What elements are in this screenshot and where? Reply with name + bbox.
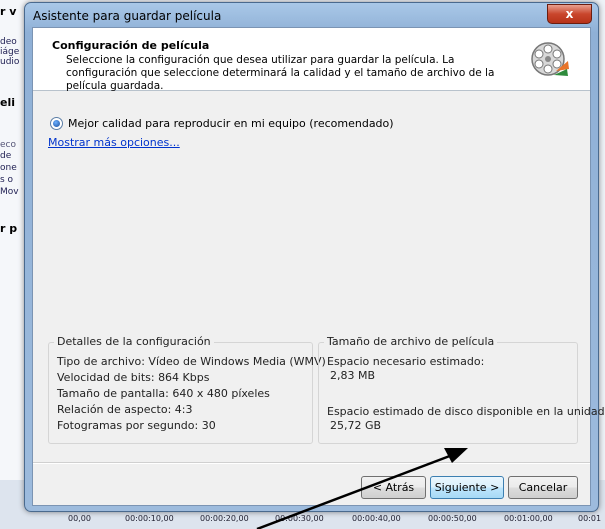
film-reel-icon — [531, 42, 569, 76]
header-description: Seleccione la configuración que desea ut… — [66, 54, 495, 92]
bg-fragment: r p — [0, 222, 18, 235]
needed-space-label: Espacio necesario estimado: — [327, 355, 485, 368]
bg-fragment: eco — [0, 140, 16, 150]
button-separator — [33, 462, 590, 464]
details-legend: Detalles de la configuración — [54, 335, 214, 348]
back-button[interactable]: < Atrás — [361, 476, 426, 499]
cancel-button[interactable]: Cancelar — [508, 476, 578, 499]
timeline-tick: 00:01:00,00 — [504, 514, 553, 523]
timeline-tick: 00:00:50,00 — [428, 514, 477, 523]
detail-line: Tipo de archivo: Vídeo de Windows Media … — [57, 355, 326, 368]
configuration-details-group: Detalles de la configuración Tipo de arc… — [48, 335, 326, 444]
close-button[interactable]: x — [547, 4, 592, 24]
file-size-legend: Tamaño de archivo de película — [324, 335, 498, 348]
needed-space-value: 2,83 MB — [330, 369, 376, 382]
bg-fragment: s o — [0, 175, 14, 185]
bg-fragment: one — [0, 163, 17, 173]
radio-selected[interactable] — [50, 117, 63, 130]
bg-fragment: iáge — [0, 47, 20, 57]
bg-fragment: deo — [0, 37, 17, 47]
timeline-tick: 00:01 — [578, 514, 602, 523]
available-space-label: Espacio estimado de disco disponible en … — [327, 405, 605, 418]
bg-fragment: r v — [0, 5, 17, 18]
detail-line: Tamaño de pantalla: 640 x 480 píxeles — [57, 387, 270, 400]
timeline-tick: 00:00:40,00 — [352, 514, 401, 523]
available-space-value: 25,72 GB — [330, 419, 382, 432]
wizard-header: Configuración de película Seleccione la … — [33, 28, 590, 92]
quality-option-label: Mejor calidad para reproducir en mi equi… — [68, 117, 394, 130]
timeline-tick: 00:00:20,00 — [200, 514, 249, 523]
detail-line: Relación de aspecto: 4:3 — [57, 403, 193, 416]
wizard-client-area: Configuración de película Seleccione la … — [32, 27, 605, 506]
quality-option[interactable]: Mejor calidad para reproducir en mi equi… — [50, 117, 394, 130]
more-options-link[interactable]: Mostrar más opciones... — [48, 136, 180, 149]
window-title: Asistente para guardar película — [33, 9, 222, 23]
detail-line: Fotogramas por segundo: 30 — [57, 419, 216, 432]
timeline-tick: 00:00:30,00 — [275, 514, 324, 523]
bg-fragment: udio — [0, 57, 20, 67]
bg-fragment: Mov — [0, 187, 19, 197]
timeline-ruler: 00,00 00:00:10,00 00:00:20,00 00:00:30,0… — [0, 514, 605, 528]
bg-fragment: eli — [0, 96, 16, 109]
timeline-tick: 00:00:10,00 — [125, 514, 174, 523]
timeline-tick: 00,00 — [68, 514, 91, 523]
detail-line: Velocidad de bits: 864 Kbps — [57, 371, 210, 384]
file-size-group: Tamaño de archivo de película Espacio ne… — [318, 335, 605, 444]
save-movie-wizard-window: Asistente para guardar película x Config… — [24, 2, 605, 512]
bg-fragment: de — [0, 151, 12, 161]
header-title: Configuración de película — [52, 39, 210, 52]
next-button[interactable]: Siguiente > — [430, 476, 504, 499]
